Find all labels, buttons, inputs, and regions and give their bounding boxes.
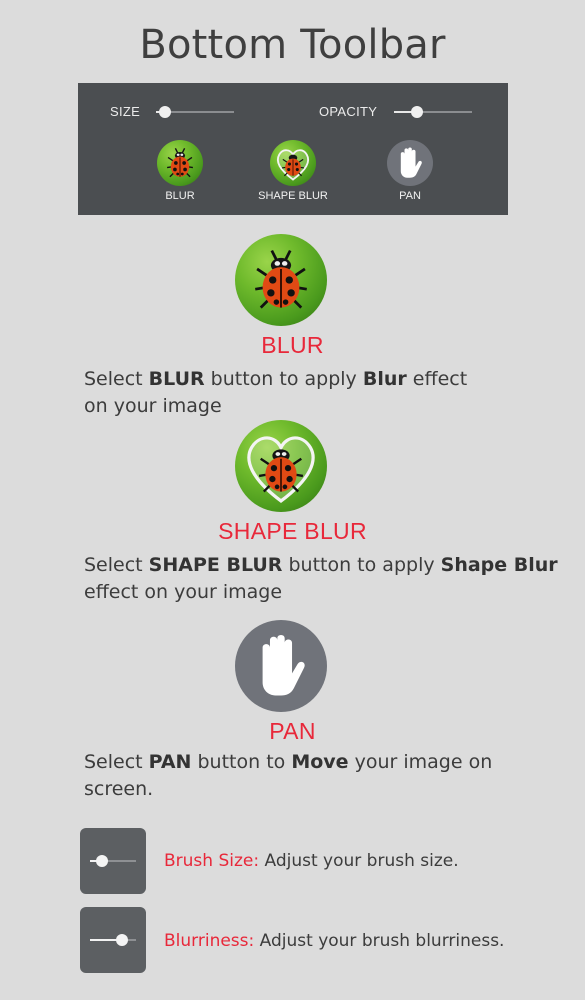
blurriness-slider-thumb[interactable] xyxy=(116,934,129,946)
brush-size-setting: Brush Size: Adjust your brush size. xyxy=(164,851,459,871)
brush-size-slider[interactable] xyxy=(90,855,136,867)
blurriness-slider-tile xyxy=(80,907,146,973)
blur-button[interactable]: BLUR xyxy=(130,140,230,202)
pan-heading: PAN xyxy=(269,718,316,744)
hand-icon xyxy=(387,140,433,186)
size-label: SIZE xyxy=(110,104,141,119)
hand-icon xyxy=(235,620,327,712)
blur-description: Select BLUR button to apply Blur effect … xyxy=(84,366,494,420)
bold-text: Shape Blur xyxy=(440,554,558,576)
size-slider[interactable] xyxy=(156,106,234,118)
text: Select xyxy=(84,751,149,773)
shape-blur-button[interactable]: SHAPE BLUR xyxy=(243,140,343,202)
opacity-slider[interactable] xyxy=(394,106,472,118)
pan-button-label: PAN xyxy=(399,190,421,202)
text: Select xyxy=(84,554,149,576)
text: button to xyxy=(191,751,292,773)
heart-ladybug-icon xyxy=(270,140,316,186)
bold-text: SHAPE BLUR xyxy=(148,554,283,576)
bold-text: BLUR xyxy=(148,368,205,390)
bottom-toolbar: SIZE OPACITY BLUR SHAPE BLUR PAN xyxy=(78,83,508,215)
shape-blur-description: Select SHAPE BLUR button to apply Shape … xyxy=(84,552,564,606)
size-slider-thumb[interactable] xyxy=(159,106,172,118)
blurriness-key: Blurriness: xyxy=(164,931,255,951)
brush-size-key: Brush Size: xyxy=(164,851,260,871)
ladybug-icon xyxy=(157,140,203,186)
brush-size-text: Adjust your brush size. xyxy=(259,851,459,871)
blurriness-text: Adjust your brush blurriness. xyxy=(254,931,505,951)
blurriness-setting: Blurriness: Adjust your brush blurriness… xyxy=(164,931,504,951)
ladybug-icon xyxy=(235,234,327,326)
blurriness-slider[interactable] xyxy=(90,934,136,946)
blur-heading: BLUR xyxy=(261,332,324,358)
opacity-label: OPACITY xyxy=(319,104,378,119)
bold-text: Move xyxy=(291,751,349,773)
brush-size-slider-thumb[interactable] xyxy=(95,855,108,867)
opacity-slider-thumb[interactable] xyxy=(411,106,424,118)
text: effect on your image xyxy=(84,581,283,603)
text: button to apply xyxy=(282,554,441,576)
brush-size-slider-tile xyxy=(80,828,146,894)
text: Select xyxy=(84,368,149,390)
pan-description: Select PAN button to Move your image on … xyxy=(84,749,504,803)
text: button to apply xyxy=(204,368,363,390)
shape-blur-heading: SHAPE BLUR xyxy=(218,518,367,544)
pan-button[interactable]: PAN xyxy=(360,140,460,202)
blur-button-label: BLUR xyxy=(165,190,195,202)
bold-text: PAN xyxy=(148,751,192,773)
page-title: Bottom Toolbar xyxy=(139,22,446,68)
bold-text: Blur xyxy=(362,368,407,390)
shape-blur-button-label: SHAPE BLUR xyxy=(258,190,328,202)
heart-ladybug-icon xyxy=(235,420,327,512)
